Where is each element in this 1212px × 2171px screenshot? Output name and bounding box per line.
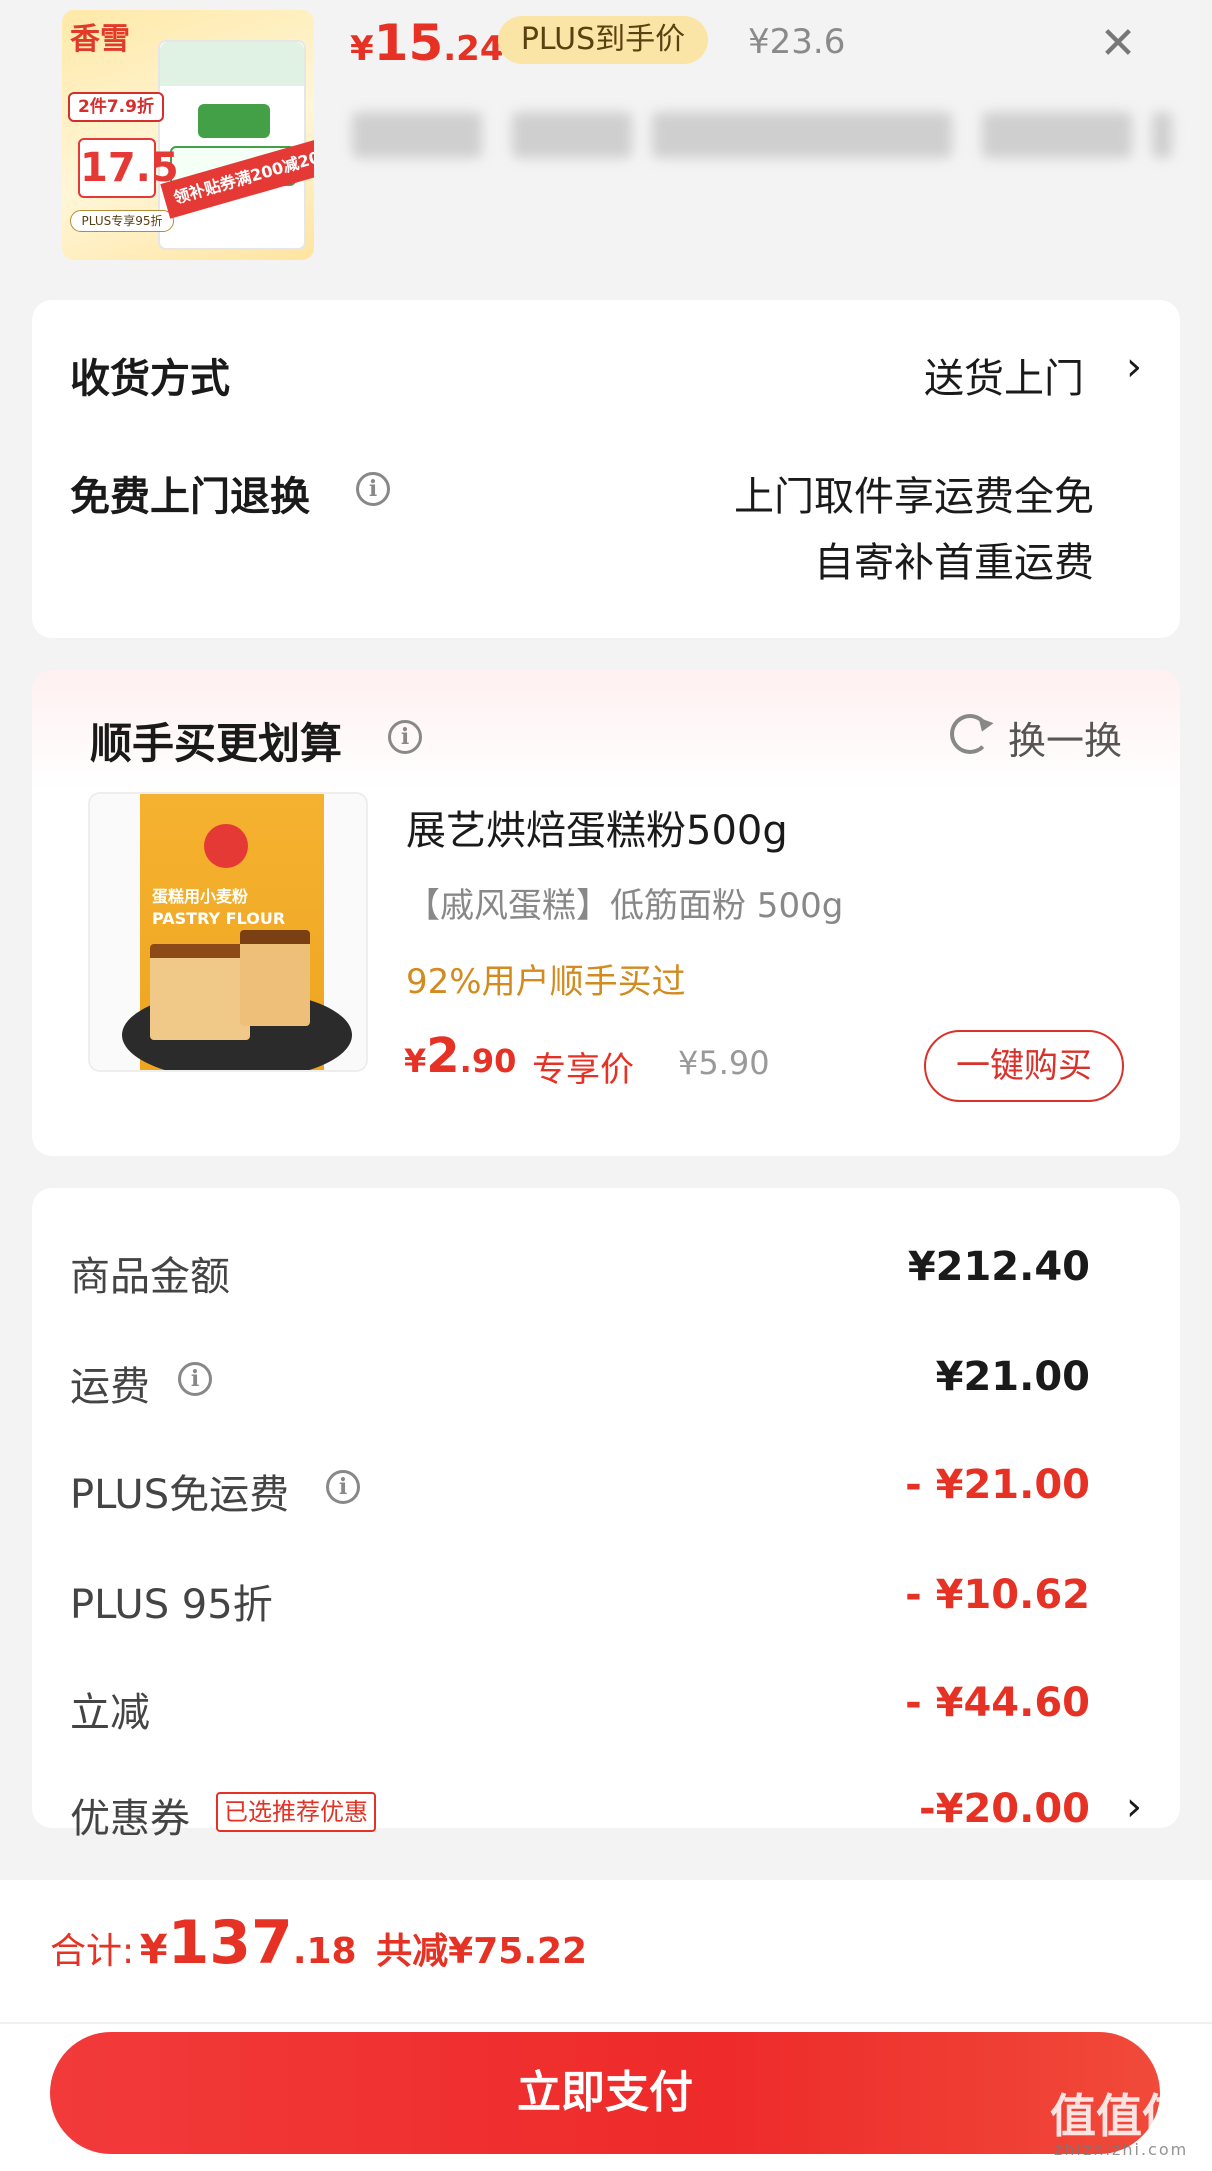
addon-original-price: ¥5.90 (678, 1044, 770, 1082)
product-price-integer: 15 (373, 14, 444, 72)
addon-social-proof: 92%用户顺手买过 (406, 962, 686, 1002)
addon-recommendation-card: 顺手买更划算 i 换一换 蛋糕用小麦粉 PASTRY FLOUR 展艺烘焙蛋糕粉… (32, 670, 1180, 1156)
cost-value-coupon[interactable]: -¥20.00 (919, 1786, 1090, 1832)
addon-product-image[interactable]: 蛋糕用小麦粉 PASTRY FLOUR (88, 792, 368, 1072)
delivery-card: 收货方式 送货上门 › 免费上门退换 i 上门取件享运费全免 自寄补首重运费 (32, 300, 1180, 638)
cost-value-subtotal: ¥212.40 (907, 1244, 1090, 1290)
product-price-decimal: .24 (443, 29, 504, 69)
info-icon[interactable]: i (326, 1470, 360, 1504)
total-currency: ¥ (139, 1927, 168, 1973)
refresh-button[interactable]: 换一换 (1008, 710, 1122, 765)
addon-title: 顺手买更划算 (90, 719, 343, 768)
free-return-line1: 上门取件享运费全免 (734, 474, 1094, 520)
addon-price: ¥2.90 (404, 1028, 516, 1084)
total-decimal: .18 (292, 1931, 357, 1972)
addon-product-desc: 【戚风蛋糕】低筋面粉 500g (406, 886, 844, 926)
cost-value-shipping: ¥21.00 (935, 1354, 1090, 1400)
info-icon[interactable]: i (178, 1362, 212, 1396)
addon-price-currency: ¥ (404, 1042, 427, 1080)
refresh-icon[interactable] (950, 714, 990, 754)
info-icon[interactable]: i (388, 720, 422, 754)
product-price-currency: ¥ (350, 29, 374, 69)
thumb-plus-badge: PLUS专享95折 (70, 210, 174, 232)
cost-label-coupon: 优惠券 (70, 1796, 190, 1842)
cost-value-plus-free-shipping: - ¥21.00 (905, 1462, 1090, 1508)
free-return-line2: 自寄补首重运费 (814, 540, 1094, 586)
addon-price-decimal: .90 (459, 1042, 517, 1080)
pack-label: 蛋糕用小麦粉 PASTRY FLOUR (152, 887, 286, 928)
total-integer: 137 (167, 1908, 293, 1978)
thumb-price-badge: 17.5 (78, 138, 179, 198)
one-click-buy-button[interactable]: 一键购买 (924, 1030, 1124, 1102)
addon-product-name[interactable]: 展艺烘焙蛋糕粉500g (406, 798, 788, 856)
cost-breakdown-card: 商品金额 ¥212.40 运费 i ¥21.00 PLUS免运费 i - ¥21… (32, 1188, 1180, 1842)
cost-value-instant-off: - ¥44.60 (905, 1680, 1090, 1726)
addon-exclusive-label: 专享价 (532, 1050, 634, 1090)
close-icon[interactable]: ✕ (1096, 22, 1140, 66)
cost-label-plus-free-shipping: PLUS免运费 (70, 1472, 290, 1518)
product-original-price: ¥23.6 (748, 22, 846, 62)
order-total: 合计: ¥137.18 共减¥75.22 (50, 1908, 587, 1978)
product-thumbnail: 香雪 2件7.9折 17.5 PLUS专享95折 领补贴券满200减20 (62, 10, 314, 260)
total-label: 合计: (50, 1931, 135, 1972)
coupon-selected-tag: 已选推荐优惠 (216, 1792, 376, 1832)
chevron-right-icon[interactable]: › (1126, 344, 1142, 390)
cost-label-shipping: 运费 (70, 1364, 150, 1410)
flour-bag-graphic (158, 40, 306, 250)
thumb-deal-badge: 2件7.9折 (68, 92, 164, 122)
product-summary: 香雪 2件7.9折 17.5 PLUS专享95折 领补贴券满200减20 ¥15… (0, 0, 1212, 300)
free-return-label: 免费上门退换 (70, 474, 310, 520)
watermark-url: zhizhizhi.com (1054, 2140, 1189, 2159)
thumb-brand: 香雪 (70, 22, 130, 57)
cost-label-subtotal: 商品金额 (70, 1254, 230, 1300)
cost-value-plus-discount: - ¥10.62 (905, 1572, 1090, 1618)
addon-price-integer: 2 (426, 1028, 460, 1084)
divider (0, 2022, 1212, 2024)
delivery-method-label: 收货方式 (70, 356, 230, 402)
pay-now-button[interactable]: 立即支付 (50, 2032, 1160, 2154)
cost-label-plus-discount: PLUS 95折 (70, 1582, 273, 1628)
checkout-bar: 合计: ¥137.18 共减¥75.22 立即支付 (0, 1880, 1212, 2171)
product-price: ¥15.24 (350, 14, 504, 72)
delivery-method-value[interactable]: 送货上门 (924, 346, 1084, 404)
product-title-blurred (352, 112, 1172, 158)
cost-label-instant-off: 立减 (70, 1690, 150, 1736)
total-saved: 共减¥75.22 (376, 1931, 588, 1972)
chevron-right-icon[interactable]: › (1126, 1784, 1142, 1830)
plus-price-tag: PLUS到手价 (498, 16, 708, 64)
info-icon[interactable]: i (356, 472, 390, 506)
watermark-logo: 值值值 (1050, 2089, 1188, 2143)
